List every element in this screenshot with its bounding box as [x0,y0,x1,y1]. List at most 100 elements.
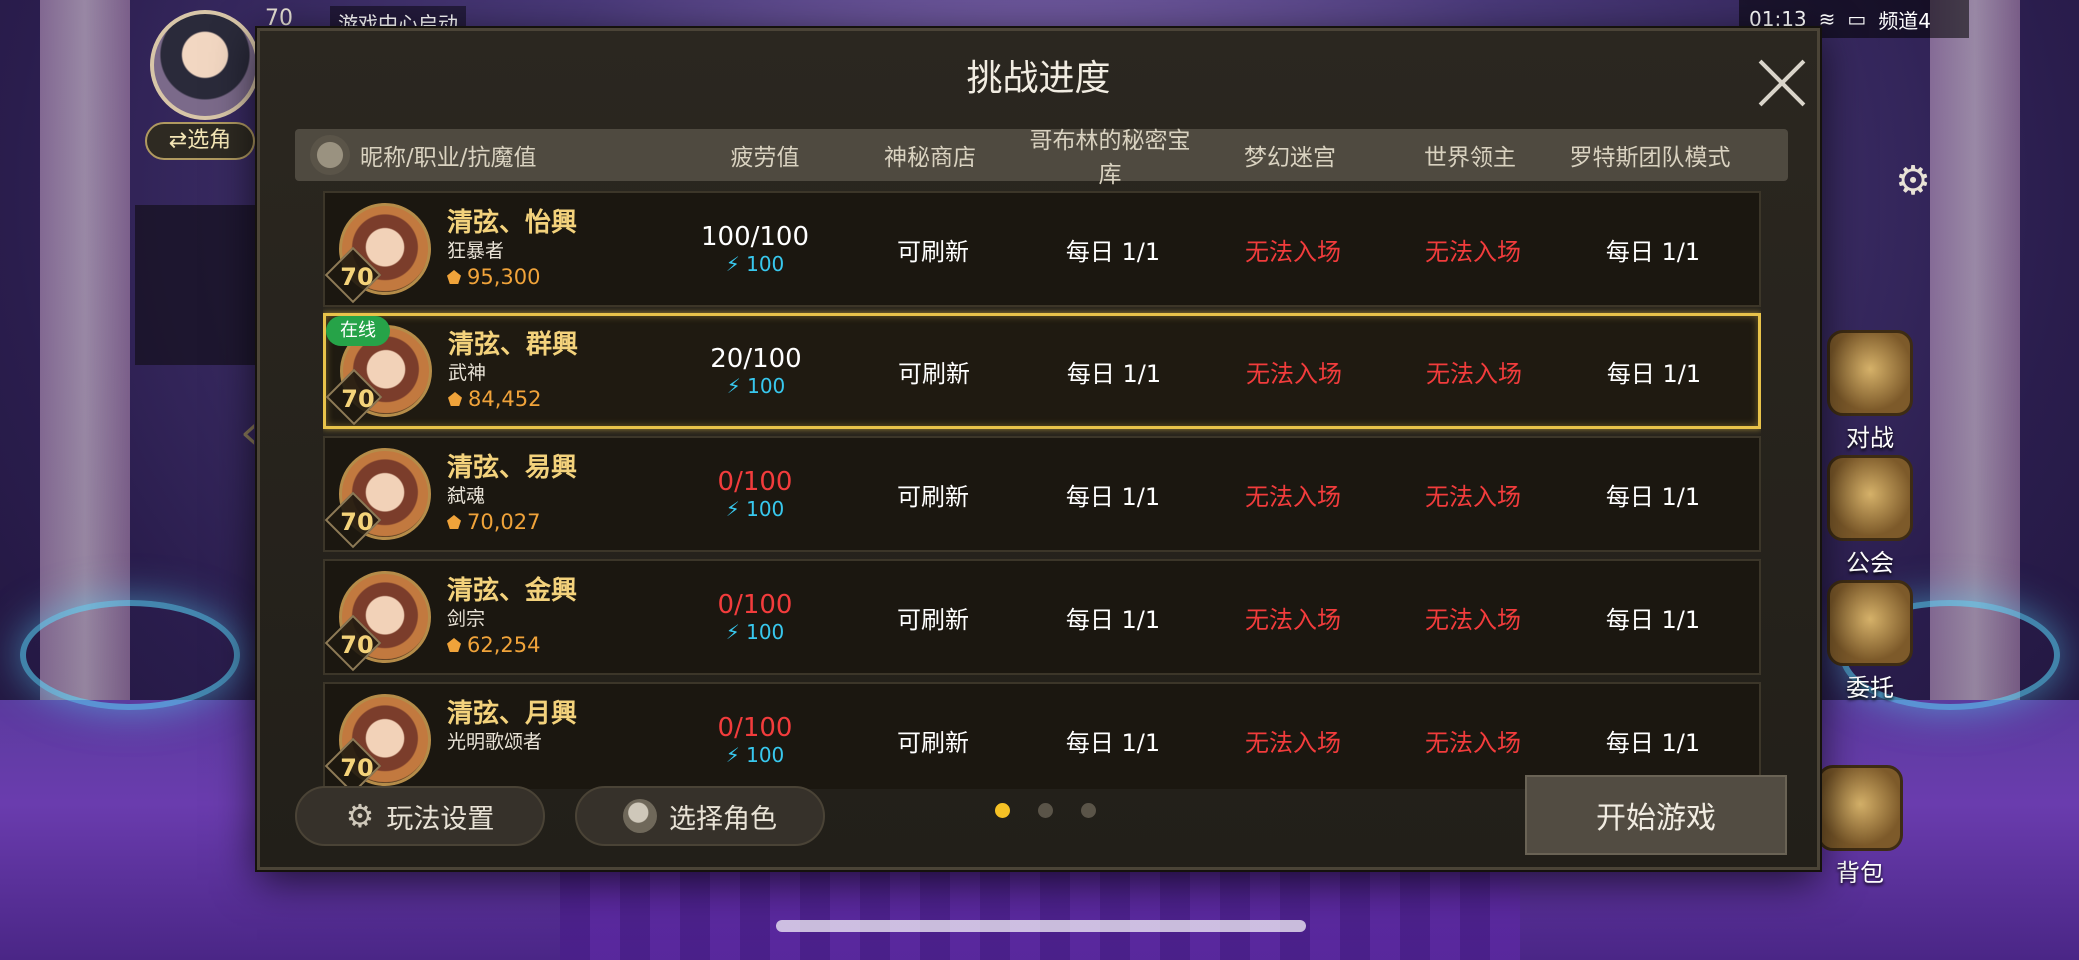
lightning-icon: ⚡ [725,620,740,644]
bg-pillar [1930,0,2020,700]
character-info: 清弦、群興 武神 84,452 [448,329,658,413]
rotes-cell: 每日 1/1 [1606,359,1702,388]
maze-cell: 无法入场 [1245,482,1341,511]
fatigue-cell: 0/100 ⚡ 100 [667,590,843,644]
energy-number: 100 [746,252,785,276]
previous-page-arrow-icon[interactable]: ‹ [240,405,258,459]
fatigue-value: 20/100 [710,344,802,374]
fatigue-value: 0/100 [717,590,793,620]
maze-cell: 无法入场 [1245,605,1341,634]
rotes-cell: 每日 1/1 [1605,605,1701,634]
energy-number: 100 [746,743,785,767]
switch-role-button[interactable]: ⇄选角 [145,122,255,160]
fatigue-value: 0/100 [717,467,793,497]
goblin-cell: 每日 1/1 [1065,728,1161,757]
character-name: 清弦、群興 [448,330,579,360]
boss-cell: 无法入场 [1426,359,1522,388]
energy-number: 100 [746,497,785,521]
fatigue-value: 0/100 [717,713,793,743]
page-dot[interactable] [1081,803,1096,818]
wifi-icon: ≋ [1818,7,1836,31]
energy-value: ⚡ 100 [667,497,843,521]
header-fatigue: 疲劳值 [730,145,800,171]
side-button-label: 委托 [1846,674,1894,702]
character-portrait: 70 [324,567,435,672]
energy-value: ⚡ 100 [667,620,843,644]
table-header: 昵称/职业/抗魔值 疲劳值 神秘商店 哥布林的秘密宝库 梦幻迷宫 世界领主 罗特… [295,128,1788,188]
character-info: 清弦、怡興 狂暴者 95,300 [447,207,657,291]
modal-title: 挑战进度 [966,58,1111,99]
character-level: 70 [340,754,374,782]
side-button-battle[interactable]: 对战 [1820,330,1920,453]
power-value: 84,452 [468,387,542,411]
character-class: 狂暴者 [447,240,505,262]
home-indicator[interactable] [776,920,1306,932]
bulletin-board-icon [1827,580,1913,666]
character-name: 清弦、月興 [447,699,578,729]
character-row[interactable]: 70 清弦、怡興 狂暴者 95,300 100/100 ⚡ 100 可刷新 每日… [323,191,1761,307]
shop-cell: 可刷新 [897,237,969,266]
boss-cell: 无法入场 [1425,237,1521,266]
bg-magic-circle [20,600,240,710]
character-list[interactable]: 70 清弦、怡興 狂暴者 95,300 100/100 ⚡ 100 可刷新 每日… [323,191,1761,789]
character-level: 70 [340,508,374,536]
channel-label: 频道4 [1878,8,1932,33]
character-portrait: 70 [324,444,435,549]
close-button[interactable] [1757,59,1807,109]
character-row[interactable]: 在线 70 清弦、群興 武神 84,452 20/100 ⚡ 100 可刷新 每… [323,313,1761,429]
side-button-commission[interactable]: 委托 [1820,580,1920,703]
character-row[interactable]: 70 清弦、金興 剑宗 62,254 0/100 ⚡ 100 可刷新 每日 1/… [323,559,1761,675]
backpack-icon [1817,765,1903,851]
character-row[interactable]: 70 清弦、月興 光明歌颂者 0/100 ⚡ 100 可刷新 每日 1/1 无法… [323,682,1761,789]
energy-value: ⚡ 100 [668,374,844,398]
gameplay-settings-button[interactable]: ⚙ 玩法设置 [295,786,545,846]
fatigue-cell: 20/100 ⚡ 100 [668,344,844,398]
header-boss: 世界领主 [1424,145,1516,171]
character-info: 清弦、月興 光明歌颂者 [447,698,657,782]
character-silhouette-icon [310,135,350,175]
boss-cell: 无法入场 [1425,728,1521,757]
character-power: 62,254 [447,631,657,659]
start-game-button[interactable]: 开始游戏 [1525,775,1787,855]
gameplay-settings-label: 玩法设置 [386,803,495,835]
page-indicator [995,803,1096,818]
character-power: 84,452 [448,385,658,413]
shop-cell: 可刷新 [897,482,969,511]
fatigue-cell: 0/100 ⚡ 100 [667,713,843,767]
challenge-progress-modal: 挑战进度 昵称/职业/抗魔值 疲劳值 神秘商店 哥布林的秘密宝库 梦幻迷宫 世界… [257,28,1820,870]
rotes-cell: 每日 1/1 [1605,237,1701,266]
page-dot[interactable] [995,803,1010,818]
header-name-label: 昵称/职业/抗魔值 [360,145,537,171]
character-class: 弑魂 [447,485,486,507]
select-role-label: 选择角色 [669,803,777,835]
player-avatar[interactable] [150,10,260,120]
character-portrait: 70 [324,690,435,789]
select-role-button[interactable]: 选择角色 [575,786,825,846]
online-badge: 在线 [326,316,390,346]
demon-resist-icon [447,270,461,284]
shop-cell: 可刷新 [897,728,969,757]
side-button-guild[interactable]: 公会 [1820,455,1920,578]
power-value: 70,027 [467,510,541,534]
character-class: 剑宗 [447,608,486,630]
header-maze: 梦幻迷宫 [1244,145,1336,171]
goblin-cell: 每日 1/1 [1066,359,1162,388]
header-name: 昵称/职业/抗魔值 [295,135,690,175]
page-dot[interactable] [1038,803,1053,818]
header-goblin: 哥布林的秘密宝库 [1029,128,1191,188]
quest-side-panel[interactable] [135,205,265,365]
header-shop: 神秘商店 [884,145,976,171]
settings-gear-icon[interactable]: ⚙ [1890,158,1936,204]
character-class: 光明歌颂者 [447,731,543,753]
shop-cell: 可刷新 [898,359,970,388]
character-name: 清弦、易興 [447,453,578,483]
header-rotes: 罗特斯团队模式 [1569,145,1731,171]
side-button-label: 对战 [1846,424,1894,452]
character-info: 清弦、金興 剑宗 62,254 [447,575,657,659]
demon-resist-icon [447,515,461,529]
lightning-icon: ⚡ [725,252,740,276]
lightning-icon: ⚡ [725,743,740,767]
energy-value: ⚡ 100 [667,252,843,276]
character-row[interactable]: 70 清弦、易興 弑魂 70,027 0/100 ⚡ 100 可刷新 每日 1/… [323,436,1761,552]
side-button-bag[interactable]: 背包 [1810,765,1910,888]
